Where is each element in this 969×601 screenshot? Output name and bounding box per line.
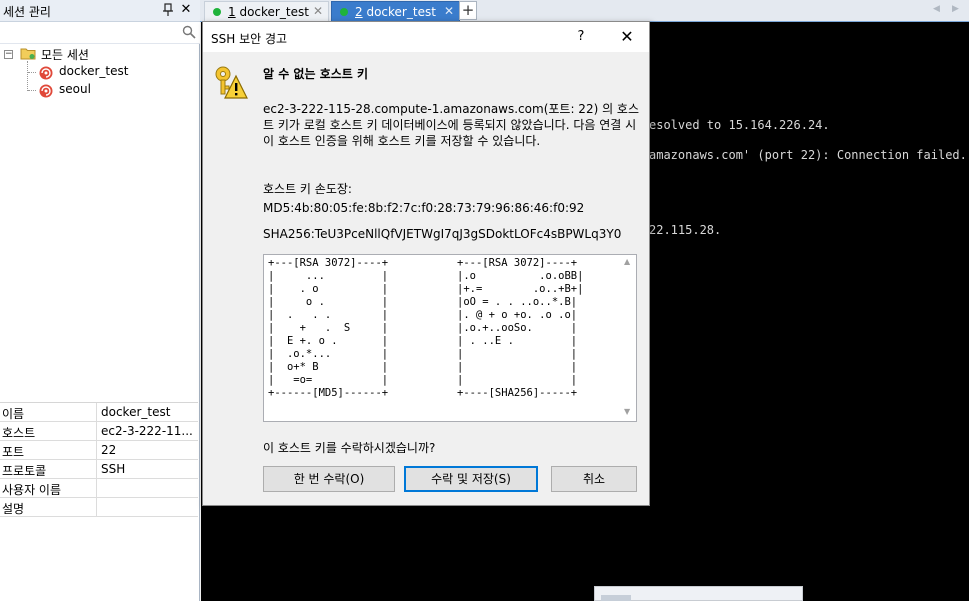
connected-status-dot <box>213 8 221 16</box>
tab-close-icon[interactable]: ✕ <box>313 4 323 18</box>
randomart-box[interactable]: +---[RSA 3072]----+ | ... | | . o | | o … <box>263 254 637 422</box>
tab-scroll-right-icon[interactable]: ▶ <box>952 4 964 16</box>
tree-connector <box>28 72 36 73</box>
tab-docker-test-1[interactable]: 1 docker_test ✕ <box>204 1 329 22</box>
tab-label: 1 docker_test <box>228 5 309 19</box>
accept-once-button[interactable]: 한 번 수락(O) <box>263 466 395 492</box>
fingerprint-md5: MD5:4b:80:05:fe:8b:f2:7c:f0:28:73:79:96:… <box>263 201 585 215</box>
session-manager-panel: 세션 관리 ✕ − 모든 세션 docker_test seoul 이름 doc… <box>0 0 200 601</box>
property-value[interactable]: ec2-3-222-11... <box>101 424 196 440</box>
tab-label: 2 docker_test <box>355 5 436 19</box>
key-warning-icon <box>212 64 248 100</box>
session-panel-header: 세션 관리 ✕ <box>0 0 200 22</box>
close-icon[interactable]: ✕ <box>179 2 193 18</box>
tab-title: docker_test <box>239 5 309 19</box>
tree-item-docker-test[interactable]: docker_test <box>59 64 128 82</box>
tab-index: 1 <box>228 5 236 19</box>
tab-scroll-left-icon[interactable]: ◀ <box>933 4 945 16</box>
property-row[interactable]: 이름 docker_test <box>0 403 198 422</box>
dialog-titlebar: SSH 보안 경고 ? ✕ <box>203 22 649 52</box>
search-icon[interactable] <box>182 25 196 39</box>
property-row[interactable]: 포트 22 <box>0 441 198 460</box>
connected-status-dot <box>340 8 348 16</box>
scroll-up-icon[interactable]: ▲ <box>624 257 630 266</box>
terminal-line: esolved to 15.164.226.24. <box>649 118 830 132</box>
session-panel-title: 세션 관리 <box>3 5 51 19</box>
warning-message: ec2-3-222-115-28.compute-1.amazonaws.com… <box>263 102 640 148</box>
property-key: 이름 <box>0 403 97 421</box>
property-value[interactable] <box>101 481 196 497</box>
tree-root-all-sessions[interactable]: 모든 세션 <box>41 46 89 64</box>
fingerprint-heading: 호스트 키 손도장: <box>263 182 352 196</box>
property-row[interactable]: 프로토콜 SSH <box>0 460 198 479</box>
accept-question: 이 호스트 키를 수락하시겠습니까? <box>263 441 436 455</box>
property-key: 프로토콜 <box>0 460 97 478</box>
cancel-button[interactable]: 취소 <box>551 466 637 492</box>
warning-heading: 알 수 없는 호스트 키 <box>263 67 369 81</box>
session-properties-grid: 이름 docker_test 호스트 ec2-3-222-11... 포트 22… <box>0 402 198 517</box>
terminal-line: 22.115.28. <box>649 223 722 237</box>
terminal-line: amazonaws.com' (port 22): Connection fai… <box>649 148 967 162</box>
property-key: 사용자 이름 <box>0 479 97 497</box>
ssh-session-icon <box>37 64 54 81</box>
new-tab-button[interactable]: + <box>459 1 477 20</box>
tab-title: docker_test <box>366 5 436 19</box>
pin-icon[interactable] <box>162 2 174 18</box>
property-row[interactable]: 호스트 ec2-3-222-11... <box>0 422 198 441</box>
dialog-close-button[interactable]: ✕ <box>613 26 641 48</box>
property-key: 호스트 <box>0 422 97 440</box>
session-tab-bar: 1 docker_test ✕ 2 docker_test ✕ + ◀ ▶ <box>200 0 969 22</box>
tree-item-seoul[interactable]: seoul <box>59 82 91 100</box>
accept-and-save-button[interactable]: 수락 및 저장(S) <box>404 466 538 492</box>
property-value[interactable]: 22 <box>101 443 196 459</box>
property-value[interactable]: SSH <box>101 462 196 478</box>
dialog-title: SSH 보안 경고 <box>211 32 288 46</box>
property-key: 포트 <box>0 441 97 459</box>
background-window <box>594 586 803 601</box>
fingerprint-sha256: SHA256:TeU3PceNllQfVJETWgI7qJ3gSDoktLOFc… <box>263 227 622 241</box>
tab-index: 2 <box>355 5 363 19</box>
property-value[interactable] <box>101 500 196 516</box>
ssh-session-icon <box>37 82 54 99</box>
background-window-titlebar <box>601 595 631 601</box>
tree-connector <box>28 90 36 91</box>
property-value[interactable]: docker_test <box>101 405 196 421</box>
search-input[interactable] <box>2 24 180 42</box>
property-key: 설명 <box>0 498 97 516</box>
session-search-box <box>0 22 200 44</box>
scroll-down-icon[interactable]: ▼ <box>624 407 630 416</box>
collapse-icon[interactable]: − <box>4 50 13 59</box>
folder-icon <box>20 45 36 61</box>
tree-connector <box>27 61 28 91</box>
randomart-scrollbar[interactable]: ▲ ▼ <box>621 255 636 421</box>
property-row[interactable]: 사용자 이름 <box>0 479 198 498</box>
help-button[interactable]: ? <box>567 26 595 48</box>
tab-docker-test-2[interactable]: 2 docker_test ✕ <box>331 1 460 22</box>
randomart-sha256: +---[RSA 3072]----+ |.o .o.oBB| |+.= .o.… <box>457 257 584 399</box>
property-row[interactable]: 설명 <box>0 498 198 517</box>
randomart-md5: +---[RSA 3072]----+ | ... | | . o | | o … <box>268 257 389 399</box>
ssh-security-warning-dialog: SSH 보안 경고 ? ✕ 알 수 없는 호스트 키 ec2-3-222-115… <box>202 21 650 506</box>
tab-close-icon[interactable]: ✕ <box>444 4 454 18</box>
